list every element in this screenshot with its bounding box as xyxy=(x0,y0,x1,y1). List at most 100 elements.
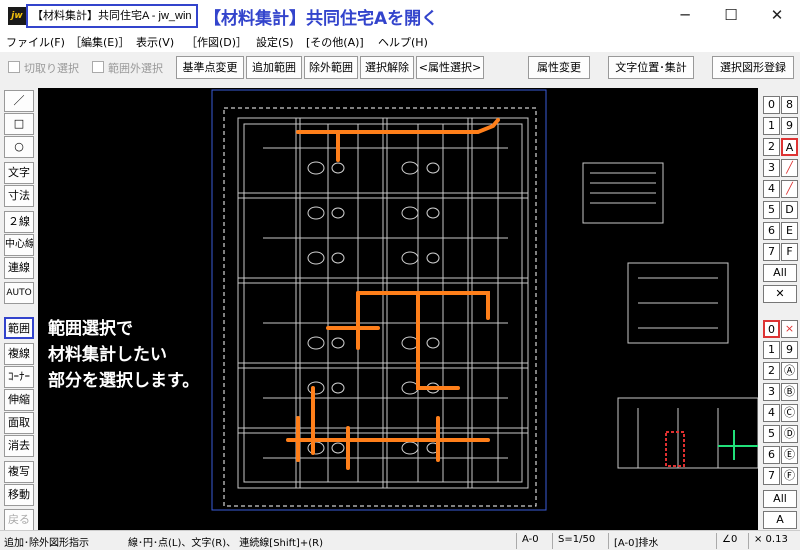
layer-C-circle[interactable]: Ⓒ xyxy=(781,404,798,422)
left-tool-palette: ／ □ ○ 文字 寸法 ２線 中心線 連線 AUTO 範囲 複線 ｺｰﾅｰ 伸縮… xyxy=(0,88,38,531)
status-scale[interactable]: S=1/50 xyxy=(558,534,595,545)
layer-4[interactable]: 4 xyxy=(763,404,780,422)
drainage-pipes xyxy=(286,118,500,470)
menu-edit[interactable]: ［編集(E)］ xyxy=(70,34,130,50)
drawing-canvas[interactable]: 範囲選択で 材料集計したい 部分を選択します。 xyxy=(38,88,758,530)
layer-F-circle[interactable]: Ⓕ xyxy=(781,467,798,485)
title-bar: jw 【材料集計】共同住宅A - jw_win 【材料集計】共同住宅Aを開く ─… xyxy=(0,0,800,31)
maximize-button[interactable]: ☐ xyxy=(708,0,754,31)
layer-6[interactable]: 6 xyxy=(763,446,780,464)
cut-select-label: 切取り選択 xyxy=(24,62,79,75)
tutorial-caption: 【材料集計】共同住宅Aを開く xyxy=(204,9,439,29)
instruction-caption: 範囲選択で 材料集計したい 部分を選択します。 xyxy=(48,319,200,391)
add-range-button[interactable]: 追加範囲 xyxy=(246,56,302,79)
range-toolbar: 切取り選択 範囲外選択 基準点変更 追加範囲 除外範囲 選択解除 <属性選択> … xyxy=(0,52,800,83)
menu-file[interactable]: ファイル(F) xyxy=(6,34,65,50)
jw-app-icon[interactable]: jw xyxy=(8,7,26,25)
range-tool-button[interactable]: 範囲 xyxy=(4,317,34,339)
menu-draw[interactable]: ［作図(D)］ xyxy=(186,34,247,50)
rectangle-tool-button[interactable]: □ xyxy=(4,113,34,135)
layer-group-4[interactable]: 4 xyxy=(763,180,780,198)
layer-5[interactable]: 5 xyxy=(763,425,780,443)
line-tool-button[interactable]: ／ xyxy=(4,90,34,112)
copy-tool-button[interactable]: 複写 xyxy=(4,461,34,483)
layer-0-mark[interactable]: × xyxy=(781,320,798,338)
clear-selection-button[interactable]: 選択解除 xyxy=(360,56,414,79)
layer-1[interactable]: 1 xyxy=(763,341,780,359)
status-bar: 追加･除外図形指示 線･円･点(L)、文字(R)、 連続線[Shift]+(R)… xyxy=(0,530,800,550)
layer-write-button[interactable]: A xyxy=(763,511,797,529)
layer-group-D[interactable]: D xyxy=(781,201,798,219)
text-position-total-button[interactable]: 文字位置･集計 xyxy=(608,56,694,79)
center-line-tool-button[interactable]: 中心線 xyxy=(4,234,34,256)
status-current-layer[interactable]: [A-0]排水 xyxy=(614,534,658,549)
undo-button[interactable]: 戻る xyxy=(4,509,34,531)
layer-group-B[interactable]: ╱ xyxy=(781,159,798,177)
attribute-select-button[interactable]: <属性選択> xyxy=(416,56,484,79)
chamfer-tool-button[interactable]: 面取 xyxy=(4,412,34,434)
layer-0[interactable]: 0 xyxy=(763,320,780,338)
erase-tool-button[interactable]: 消去 xyxy=(4,435,34,457)
window-title: 【材料集計】共同住宅A - jw_win xyxy=(26,4,198,28)
layer-group-close-icon[interactable]: ✕ xyxy=(763,285,797,303)
layer-group-6[interactable]: 6 xyxy=(763,222,780,240)
layer-group-1[interactable]: 1 xyxy=(763,117,780,135)
status-angle[interactable]: ∠0 xyxy=(722,534,737,545)
layer-D-circle[interactable]: Ⓓ xyxy=(781,425,798,443)
double-line-tool-button[interactable]: ２線 xyxy=(4,211,34,233)
building-plan-lines xyxy=(237,117,529,489)
print-frame xyxy=(211,89,547,511)
cad-drawing xyxy=(211,89,758,511)
layer-group-8[interactable]: 8 xyxy=(781,96,798,114)
close-button[interactable]: ✕ xyxy=(754,0,800,31)
text-tool-button[interactable]: 文字 xyxy=(4,162,34,184)
green-marker xyxy=(718,430,758,460)
layer-group-E[interactable]: E xyxy=(781,222,798,240)
layer-all-button[interactable]: All xyxy=(763,490,797,508)
layer-group-all-button[interactable]: All xyxy=(763,264,797,282)
layer-3[interactable]: 3 xyxy=(763,383,780,401)
connect-line-tool-button[interactable]: 連線 xyxy=(4,257,34,279)
exclude-range-button[interactable]: 除外範囲 xyxy=(304,56,358,79)
offset-line-tool-button[interactable]: 複線 xyxy=(4,343,34,365)
layer-group-C[interactable]: ╱ xyxy=(781,180,798,198)
layer-group-3[interactable]: 3 xyxy=(763,159,780,177)
outside-select-checkbox[interactable] xyxy=(92,61,104,73)
layer-group-7[interactable]: 7 xyxy=(763,243,780,261)
auto-mode-button[interactable]: AUTO xyxy=(4,282,34,304)
menu-settings[interactable]: 設定(S) xyxy=(256,34,294,50)
dimension-tool-button[interactable]: 寸法 xyxy=(4,185,34,207)
layer-A-circle[interactable]: Ⓐ xyxy=(781,362,798,380)
corner-tool-button[interactable]: ｺｰﾅｰ xyxy=(4,366,34,388)
outside-select-label: 範囲外選択 xyxy=(108,62,163,75)
layer-group-A[interactable]: A xyxy=(781,138,798,156)
layer-2[interactable]: 2 xyxy=(763,362,780,380)
status-mode: 追加･除外図形指示 xyxy=(4,538,89,549)
layer-group-0[interactable]: 0 xyxy=(763,96,780,114)
status-hint: 線･円･点(L)、文字(R)、 連続線[Shift]+(R) xyxy=(128,538,323,549)
layer-palette: 0 8 1 9 2 A 3 ╱ 4 ╱ 5 D 6 E 7 F All ✕ 0 … xyxy=(758,88,800,530)
menu-view[interactable]: 表示(V) xyxy=(136,34,174,50)
layer-9[interactable]: 9 xyxy=(781,341,798,359)
layer-group-5[interactable]: 5 xyxy=(763,201,780,219)
menu-other[interactable]: [その他(A)] xyxy=(306,34,364,50)
cut-select-checkbox[interactable] xyxy=(8,61,20,73)
extend-tool-button[interactable]: 伸縮 xyxy=(4,389,34,411)
circle-tool-button[interactable]: ○ xyxy=(4,136,34,158)
menu-bar: ファイル(F) ［編集(E)］ 表示(V) ［作図(D)］ 設定(S) [その他… xyxy=(0,31,800,52)
status-layer[interactable]: A-0 xyxy=(522,534,539,545)
layer-B-circle[interactable]: Ⓑ xyxy=(781,383,798,401)
layer-group-2[interactable]: 2 xyxy=(763,138,780,156)
base-point-change-button[interactable]: 基準点変更 xyxy=(176,56,244,79)
register-selected-shape-button[interactable]: 選択図形登録 xyxy=(712,56,794,79)
layer-group-F[interactable]: F xyxy=(781,243,798,261)
layer-E-circle[interactable]: Ⓔ xyxy=(781,446,798,464)
menu-help[interactable]: ヘルプ(H) xyxy=(378,34,428,50)
move-tool-button[interactable]: 移動 xyxy=(4,484,34,506)
status-zoom[interactable]: × 0.13 xyxy=(754,534,788,545)
detail-drawings xyxy=(582,162,758,469)
layer-group-9[interactable]: 9 xyxy=(781,117,798,135)
layer-7[interactable]: 7 xyxy=(763,467,780,485)
attribute-change-button[interactable]: 属性変更 xyxy=(528,56,590,79)
minimize-button[interactable]: ─ xyxy=(662,0,708,31)
